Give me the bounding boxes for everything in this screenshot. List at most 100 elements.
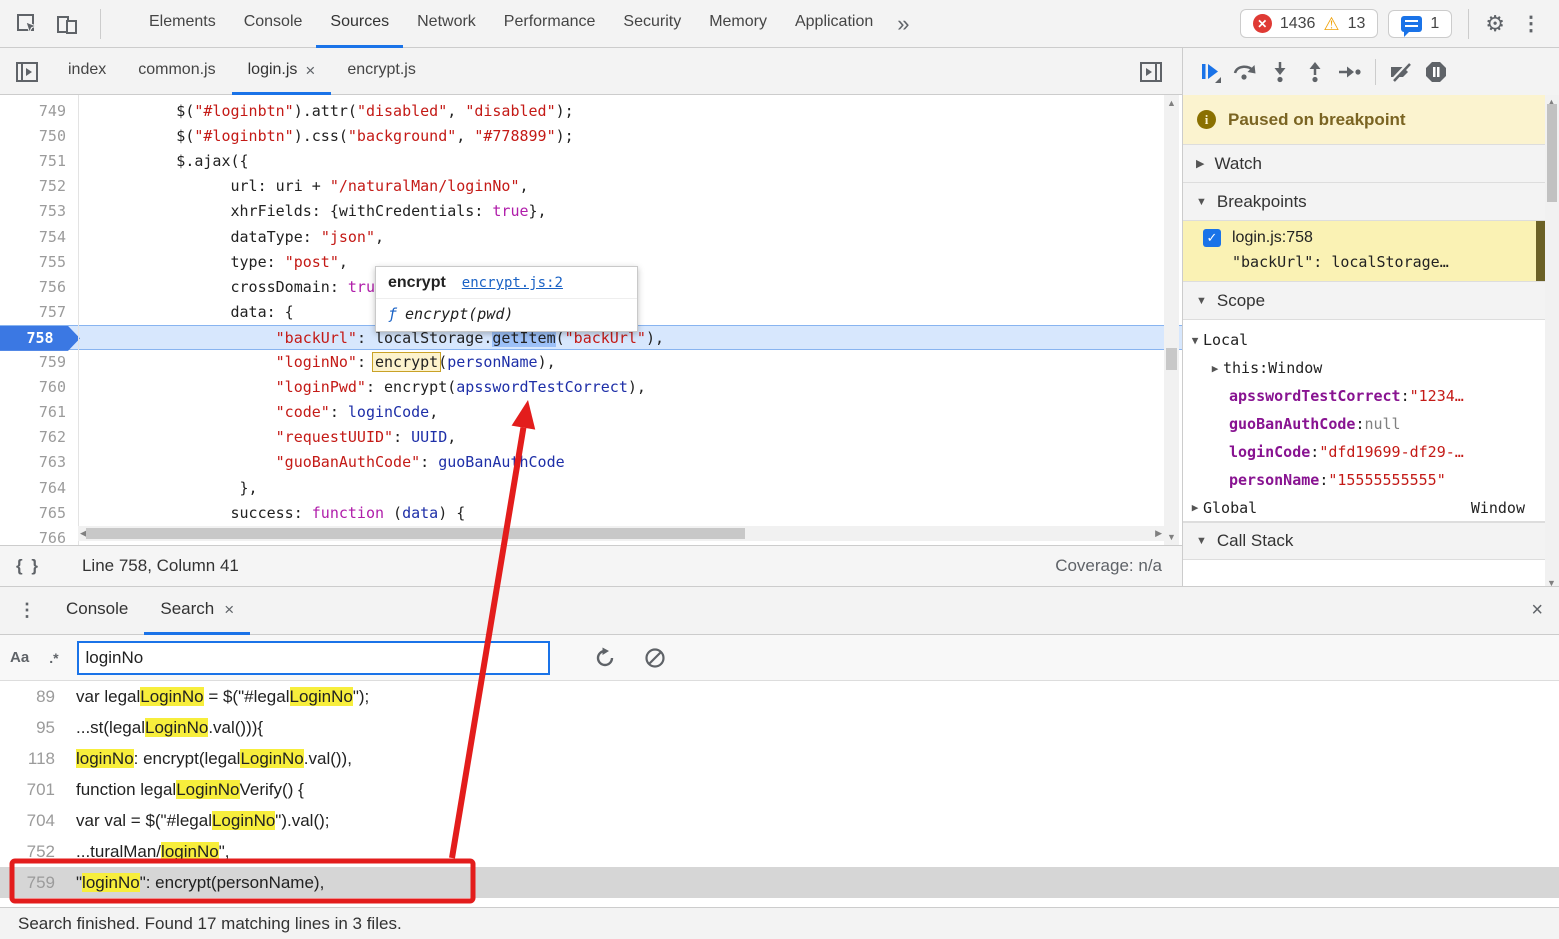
match-case-toggle[interactable]: Aa [0, 649, 39, 666]
code-token: , [456, 127, 474, 145]
file-tab-common.js[interactable]: common.js [122, 48, 231, 95]
search-result-row[interactable]: 704var val = $("#legalLoginNo").val(); [0, 805, 1559, 836]
tab-elements[interactable]: Elements [135, 0, 230, 48]
scroll-right-arrow[interactable]: ▶ [1155, 528, 1162, 539]
scroll-up-arrow[interactable]: ▲ [1167, 98, 1176, 108]
call-stack-section-header[interactable]: ▼ Call Stack [1183, 522, 1559, 560]
tab-sources[interactable]: Sources [316, 0, 403, 48]
error-warning-badge[interactable]: ✕ 1436 ⚠ 13 [1240, 9, 1379, 38]
line-number[interactable]: 765 [0, 501, 66, 526]
tab-performance[interactable]: Performance [490, 0, 610, 48]
editor-horizontal-scrollbar[interactable]: ◀ ▶ [78, 526, 1164, 541]
sidebar-scroll-thumb[interactable] [1547, 104, 1557, 202]
issues-badge[interactable]: 1 [1388, 10, 1452, 38]
file-tab-login.js[interactable]: login.js× [232, 48, 332, 95]
result-content: loginNo: encrypt(legalLoginNo.val()), [76, 749, 352, 769]
regex-toggle[interactable]: .* [39, 650, 68, 666]
line-number[interactable]: 749 [0, 99, 66, 124]
line-number[interactable]: 752 [0, 174, 66, 199]
tab-memory[interactable]: Memory [695, 0, 781, 48]
search-result-row[interactable]: 89var legalLoginNo = $("#legalLoginNo"); [0, 681, 1559, 712]
pretty-print-button[interactable]: { } [0, 556, 54, 576]
line-number[interactable]: 754 [0, 225, 66, 250]
scope-body: ▼ Local ▶this: WindowapsswordTestCorrect… [1183, 320, 1559, 522]
tab-application[interactable]: Application [781, 0, 887, 48]
search-input[interactable] [77, 641, 550, 675]
code-token: xhrFields: {withCredentials: [86, 202, 492, 220]
scope-global-row[interactable]: ▶ Global Window [1183, 494, 1559, 522]
line-number[interactable]: 760 [0, 375, 66, 400]
line-number[interactable]: 761 [0, 400, 66, 425]
tooltip-source-link[interactable]: encrypt.js:2 [462, 275, 563, 291]
line-number[interactable]: 764 [0, 476, 66, 501]
sidebar-scrollbar[interactable]: ▲ ▼ [1545, 95, 1559, 586]
code-editor[interactable]: 766765 success: function (data) {764 },7… [0, 95, 1182, 545]
search-result-row[interactable]: 752...turalMan/loginNo", [0, 836, 1559, 867]
search-result-row[interactable]: 118loginNo: encrypt(legalLoginNo.val()), [0, 743, 1559, 774]
show-debugger-sidebar-icon[interactable] [1138, 59, 1164, 85]
vscroll-thumb[interactable] [1166, 348, 1177, 370]
line-number[interactable]: 757 [0, 300, 66, 325]
step-out-button[interactable] [1302, 59, 1328, 85]
inspect-element-icon[interactable] [14, 11, 40, 37]
code-token: personName [447, 353, 537, 371]
line-number[interactable]: 755 [0, 250, 66, 275]
more-panels-chevron[interactable]: » [887, 11, 919, 37]
step-into-button[interactable] [1267, 59, 1293, 85]
breakpoints-section-header[interactable]: ▼ Breakpoints [1183, 183, 1559, 221]
clear-search-icon[interactable] [644, 647, 666, 669]
device-toolbar-icon[interactable] [54, 11, 80, 37]
scroll-down-arrow[interactable]: ▼ [1547, 578, 1556, 586]
pause-on-exceptions-button[interactable] [1423, 59, 1449, 85]
customize-menu-icon[interactable]: ⋮ [1515, 11, 1547, 36]
code-token: dataType: [86, 228, 321, 246]
paused-banner: i Paused on breakpoint [1183, 95, 1559, 145]
code-text: xhrFields: {withCredentials: true}, [86, 199, 547, 224]
scope-item-separator: : [1319, 471, 1328, 489]
breakpoint-entry[interactable]: ✓ login.js:758 "backUrl": localStorage… [1183, 221, 1559, 282]
hscroll-thumb[interactable] [86, 528, 745, 539]
code-token: "disabled" [465, 102, 555, 120]
scroll-down-arrow[interactable]: ▼ [1167, 532, 1176, 542]
line-number[interactable]: 762 [0, 425, 66, 450]
close-tab-icon[interactable]: × [305, 62, 315, 79]
line-number[interactable]: 766 [0, 526, 66, 545]
tab-network[interactable]: Network [403, 0, 490, 48]
tab-console[interactable]: Console [230, 0, 317, 48]
hovered-encrypt-token[interactable]: encrypt [372, 352, 441, 372]
step-over-button[interactable] [1232, 59, 1258, 85]
show-navigator-icon[interactable] [14, 59, 40, 85]
watch-section-header[interactable]: ▶ Watch [1183, 145, 1559, 183]
code-token: function [312, 504, 384, 522]
close-tab-icon[interactable]: × [224, 601, 234, 618]
tab-security[interactable]: Security [609, 0, 695, 48]
code-text: type: "post", [86, 250, 348, 275]
refresh-search-icon[interactable] [594, 647, 616, 669]
deactivate-breakpoints-button[interactable] [1388, 59, 1414, 85]
search-result-row[interactable]: 95...st(legalLoginNo.val())){ [0, 712, 1559, 743]
resume-script-button[interactable] [1197, 59, 1223, 85]
search-result-row[interactable]: 759"loginNo": encrypt(personName), [0, 867, 1559, 898]
drawer-menu-icon[interactable]: ⋮ [0, 600, 50, 621]
drawer-tab-console[interactable]: Console [50, 587, 144, 635]
scope-item-personName: personName: "15555555555" [1183, 466, 1559, 494]
line-number[interactable]: 751 [0, 149, 66, 174]
scope-item-this[interactable]: ▶this: Window [1183, 354, 1559, 382]
file-tab-index[interactable]: index [52, 48, 122, 95]
result-content: function legalLoginNoVerify() { [76, 780, 304, 800]
settings-gear-icon[interactable]: ⚙ [1485, 11, 1505, 37]
line-number[interactable]: 759 [0, 350, 66, 375]
line-number[interactable]: 750 [0, 124, 66, 149]
drawer-tab-search[interactable]: Search× [144, 587, 250, 635]
drawer-close-icon[interactable]: × [1531, 599, 1543, 622]
line-number[interactable]: 756 [0, 275, 66, 300]
editor-vertical-scrollbar[interactable]: ▲ ▼ [1164, 95, 1179, 545]
search-result-row[interactable]: 701function legalLoginNoVerify() { [0, 774, 1559, 805]
breakpoint-checkbox[interactable]: ✓ [1203, 229, 1221, 247]
line-number[interactable]: 763 [0, 450, 66, 475]
scope-section-header[interactable]: ▼ Scope [1183, 282, 1559, 320]
line-number[interactable]: 753 [0, 199, 66, 224]
file-tab-encrypt.js[interactable]: encrypt.js [331, 48, 431, 95]
step-button[interactable] [1337, 59, 1363, 85]
scope-local-row[interactable]: ▼ Local [1183, 326, 1559, 354]
